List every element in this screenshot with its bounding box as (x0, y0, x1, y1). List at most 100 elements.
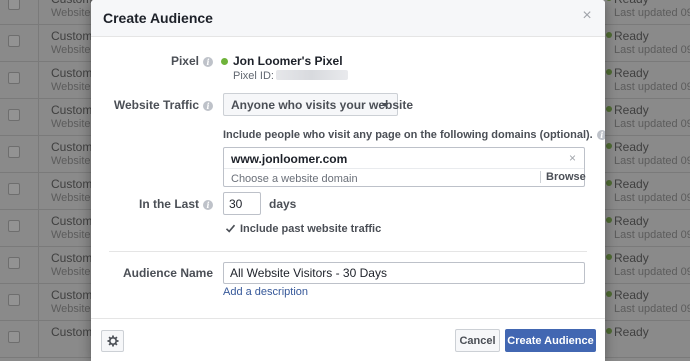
row-checkbox[interactable] (8, 35, 20, 47)
status-dot (606, 106, 612, 112)
audience-status: Ready (614, 103, 649, 117)
column-divider (38, 99, 39, 135)
column-divider (38, 25, 39, 61)
add-description-link[interactable]: Add a description (223, 286, 308, 298)
column-divider (38, 321, 39, 357)
column-divider (38, 136, 39, 172)
pixel-label-row: Pixel i (171, 54, 213, 68)
column-divider (38, 0, 39, 24)
audience-status: Ready (614, 177, 649, 191)
audience-type: Website (51, 192, 91, 204)
create-audience-dialog: Create Audience × Pixel i Jon Loomer's Pi… (91, 0, 605, 361)
audience-updated: Last updated 09/10/20 (614, 7, 690, 19)
website-traffic-label-row: Website Traffic i (114, 98, 213, 112)
audience-type: Website (51, 44, 91, 56)
close-icon[interactable]: × (579, 8, 595, 24)
column-divider (38, 173, 39, 209)
status-dot (606, 143, 612, 149)
create-audience-button[interactable]: Create Audience (505, 329, 596, 352)
checkmark-icon (225, 224, 236, 233)
audience-status: Ready (614, 325, 649, 339)
in-the-last-label-row: In the Last i (139, 197, 213, 211)
row-checkbox[interactable] (8, 183, 20, 195)
audience-status: Ready (614, 214, 649, 228)
pixel-label: Pixel (170, 54, 199, 68)
dialog-header: Create Audience × (91, 0, 605, 37)
audience-type: Website (51, 266, 91, 278)
audience-name-input[interactable] (223, 262, 585, 284)
column-divider (38, 247, 39, 283)
include-domains-text: Include people who visit any page on the… (223, 129, 593, 141)
row-checkbox[interactable] (8, 294, 20, 306)
audience-updated: Last updated 09/10/20 (614, 118, 690, 130)
audience-updated: Last updated 09/10/20 (614, 303, 690, 315)
cancel-button[interactable]: Cancel (455, 329, 500, 352)
audience-status: Ready (614, 29, 649, 43)
info-icon[interactable]: i (203, 200, 213, 210)
row-checkbox[interactable] (8, 257, 20, 269)
column-divider (38, 62, 39, 98)
audience-type: Website (51, 303, 91, 315)
audience-type: Website (51, 229, 91, 241)
remove-token-icon[interactable]: × (569, 151, 576, 165)
status-dot (606, 180, 612, 186)
audience-type: Website (51, 81, 91, 93)
dialog-footer: Cancel Create Audience (91, 318, 605, 361)
pixel-id: Pixel ID: (233, 70, 348, 82)
column-divider (38, 284, 39, 320)
dialog-title: Create Audience (103, 10, 213, 26)
row-checkbox[interactable] (8, 0, 20, 10)
row-checkbox[interactable] (8, 331, 20, 343)
status-dot (606, 69, 612, 75)
pixel-name: Jon Loomer's Pixel (233, 54, 343, 68)
audience-type: Website (51, 118, 91, 130)
audience-updated: Last updated 09/10/20 (614, 192, 690, 204)
info-icon[interactable]: i (596, 130, 605, 140)
days-unit-label: days (269, 197, 297, 211)
status-dot (606, 32, 612, 38)
column-divider (38, 210, 39, 246)
audience-status: Ready (614, 140, 649, 154)
website-traffic-label: Website Traffic (113, 98, 199, 112)
info-icon[interactable]: i (203, 57, 213, 67)
settings-button[interactable] (101, 330, 124, 352)
row-checkbox[interactable] (8, 220, 20, 232)
audience-status: Ready (614, 66, 649, 80)
domain-token-field[interactable]: www.jonloomer.com × Browse (223, 147, 586, 187)
status-dot (606, 328, 612, 334)
row-checkbox[interactable] (8, 109, 20, 121)
domain-input[interactable] (231, 172, 531, 186)
pixel-id-label: Pixel ID: (233, 70, 274, 82)
audience-status: Ready (614, 251, 649, 265)
audience-status: Ready (614, 0, 649, 6)
status-dot (606, 291, 612, 297)
row-checkbox[interactable] (8, 72, 20, 84)
include-past-traffic-label[interactable]: Include past website traffic (240, 223, 381, 235)
browse-divider (540, 171, 541, 183)
audience-updated: Last updated 09/10/20 (614, 229, 690, 241)
audience-updated: Last updated 09/10/20 (614, 44, 690, 56)
row-checkbox[interactable] (8, 146, 20, 158)
website-traffic-dropdown[interactable]: Anyone who visits your website (223, 93, 413, 116)
audience-name-label: Audience Name (122, 266, 213, 280)
include-past-traffic-checkbox[interactable] (225, 223, 236, 234)
domain-token: www.jonloomer.com (231, 152, 348, 166)
audience-type: Website (51, 7, 91, 19)
audience-updated: Last updated 09/10/20 (614, 81, 690, 93)
in-the-last-label: In the Last (138, 197, 199, 211)
browse-button[interactable]: Browse (546, 171, 586, 183)
audience-updated: Last updated 09/10/20 (614, 266, 690, 278)
info-icon[interactable]: i (203, 101, 213, 111)
status-dot (606, 254, 612, 260)
audience-updated: Last updated 09/10/20 (614, 155, 690, 167)
pixel-status-dot (221, 58, 228, 65)
days-input[interactable] (223, 192, 261, 215)
include-domains-label: Include people who visit any page on the… (223, 129, 605, 141)
audience-type: Website (51, 155, 91, 167)
status-dot (606, 217, 612, 223)
chevron-down-icon (381, 103, 389, 107)
gear-icon (107, 335, 119, 347)
status-dot (606, 0, 612, 1)
audience-status: Ready (614, 288, 649, 302)
pixel-id-redacted (275, 70, 348, 80)
